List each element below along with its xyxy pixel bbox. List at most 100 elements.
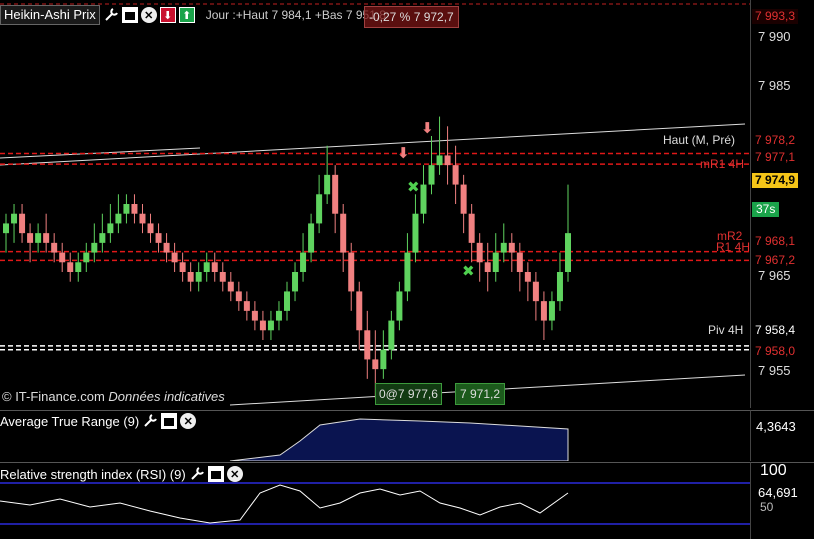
price-tag-top: 7 993,3 <box>752 9 799 24</box>
candle-body <box>532 281 539 302</box>
wrench-icon[interactable] <box>103 7 119 23</box>
candle-body <box>420 184 427 214</box>
candle-body <box>508 242 515 253</box>
candle-body <box>348 252 355 292</box>
axis-tick-7965: 7 965 <box>758 268 791 283</box>
axis-tick-7955: 7 955 <box>758 363 791 378</box>
candle-body <box>556 272 563 302</box>
atr-title[interactable]: Average True Range (9) <box>0 414 139 429</box>
candle-body <box>292 272 299 292</box>
candle-body <box>67 262 74 272</box>
candle-body <box>147 223 154 234</box>
candle-body <box>356 291 363 331</box>
candle-body <box>115 213 122 224</box>
price-tag-mr1-text: 7 977,1 <box>755 150 796 164</box>
candle-body <box>43 233 50 243</box>
candle-body <box>251 310 258 321</box>
last-price-text: 7 974,9 <box>755 173 796 187</box>
price-tag-bottom-text: 7 958,0 <box>755 344 796 358</box>
atr-wrench-icon[interactable] <box>142 413 158 429</box>
close-icon[interactable]: ✕ <box>140 7 157 23</box>
price-chart-svg[interactable]: ✖ ✖ ⬇ ⬇ <box>0 0 750 408</box>
rsi-axis-top: 100 <box>760 462 787 479</box>
candle-body <box>51 242 58 253</box>
candle-body <box>364 330 371 360</box>
candle-body <box>275 310 282 321</box>
rsi-title[interactable]: Relative strength index (RSI) (9) <box>0 467 186 482</box>
cursor-tag-left-text: 0@7 977,6 <box>379 387 438 401</box>
daily-range-info: Jour :+Haut 7 984,1 +Bas 7 951,8 <box>205 8 386 22</box>
last-price-tag: 7 974,9 <box>752 173 799 188</box>
candle-body <box>91 242 98 253</box>
atr-axis[interactable] <box>750 410 814 461</box>
candle-body <box>284 291 290 311</box>
price-tag-haut-text: 7 978,2 <box>755 133 796 147</box>
candle-body <box>107 223 114 234</box>
candle-body <box>492 252 499 272</box>
cursor-tag-left: 0@7 977,6 <box>375 383 442 405</box>
candle-body <box>11 213 18 224</box>
candle-body <box>428 165 435 185</box>
candle-body <box>195 272 202 282</box>
candle-body <box>308 223 315 253</box>
atr-close-icon[interactable]: ✕ <box>180 413 197 429</box>
candle-body <box>460 184 467 214</box>
candle-body <box>484 262 491 272</box>
copyright-label: © IT-Finance.com <box>2 389 105 404</box>
rsi-line <box>0 484 569 524</box>
price-tag-mr2: 7 968,1 <box>752 234 798 249</box>
download-arrow-icon[interactable]: ⬇ <box>159 7 176 23</box>
rsi-wrench-icon[interactable] <box>189 466 205 482</box>
rsi-value-tag: 64,691 <box>758 485 798 500</box>
candle-body <box>259 320 266 331</box>
candle-body <box>372 359 379 370</box>
price-tag-mr1: 7 977,1 <box>752 150 798 165</box>
upload-arrow-icon[interactable]: ⬆ <box>178 7 195 23</box>
price-tag-mr2-text: 7 968,1 <box>755 234 796 248</box>
candle-body <box>468 213 475 243</box>
candle-body <box>388 320 395 350</box>
label-piv-4h: Piv 4H <box>708 323 744 337</box>
trend-line-upper <box>0 123 746 166</box>
candle-body <box>476 242 483 263</box>
overlay-change-text: -0,27 % 7 972,7 <box>369 10 454 24</box>
candle-body <box>267 320 274 331</box>
price-tag-top-text: 7 993,3 <box>755 9 796 23</box>
rsi-maximize-icon[interactable] <box>207 466 224 482</box>
cursor-tag-right-text: 7 971,2 <box>460 387 501 401</box>
candle-body <box>59 252 66 263</box>
candle-timer-text: 37s <box>756 202 776 216</box>
candle-body <box>27 233 34 243</box>
label-mr1-4h: mR1 4H <box>700 157 745 171</box>
candle-body <box>300 252 307 272</box>
candle-body <box>235 291 242 302</box>
atr-value-text: 4,3643 <box>756 419 796 434</box>
overlay-change-tag: -0,27 % 7 972,7 <box>364 6 459 28</box>
maximize-icon[interactable] <box>121 7 138 23</box>
sell-signal-marker: ⬇ <box>397 144 410 162</box>
candle-body <box>19 213 26 234</box>
atr-maximize-icon[interactable] <box>161 413 178 429</box>
price-chart-panel[interactable]: ✖ ✖ ⬇ ⬇ <box>0 0 750 408</box>
candle-body <box>548 301 555 321</box>
candle-body <box>500 242 507 253</box>
candle-body <box>187 272 194 282</box>
price-tag-r1: 7 967,2 <box>752 253 798 268</box>
price-tag-bottom: 7 958,0 <box>752 344 798 359</box>
candle-body <box>99 233 106 243</box>
candle-body <box>163 242 170 253</box>
candle-body <box>332 174 339 214</box>
candle-body <box>139 213 146 224</box>
candle-body <box>436 155 443 166</box>
candle-body <box>565 233 571 272</box>
price-tag-haut: 7 978,2 <box>752 133 798 148</box>
candle-body <box>340 213 347 253</box>
chart-title[interactable]: Heikin-Ashi Prix <box>0 5 100 25</box>
candle-body <box>131 204 138 214</box>
atr-area <box>229 418 569 461</box>
candle-body <box>203 262 210 272</box>
cursor-tag-right: 7 971,2 <box>455 383 506 405</box>
rsi-close-icon[interactable]: ✕ <box>226 466 243 482</box>
disclaimer-label: Données indicatives <box>108 389 225 404</box>
candle-body <box>324 174 331 195</box>
